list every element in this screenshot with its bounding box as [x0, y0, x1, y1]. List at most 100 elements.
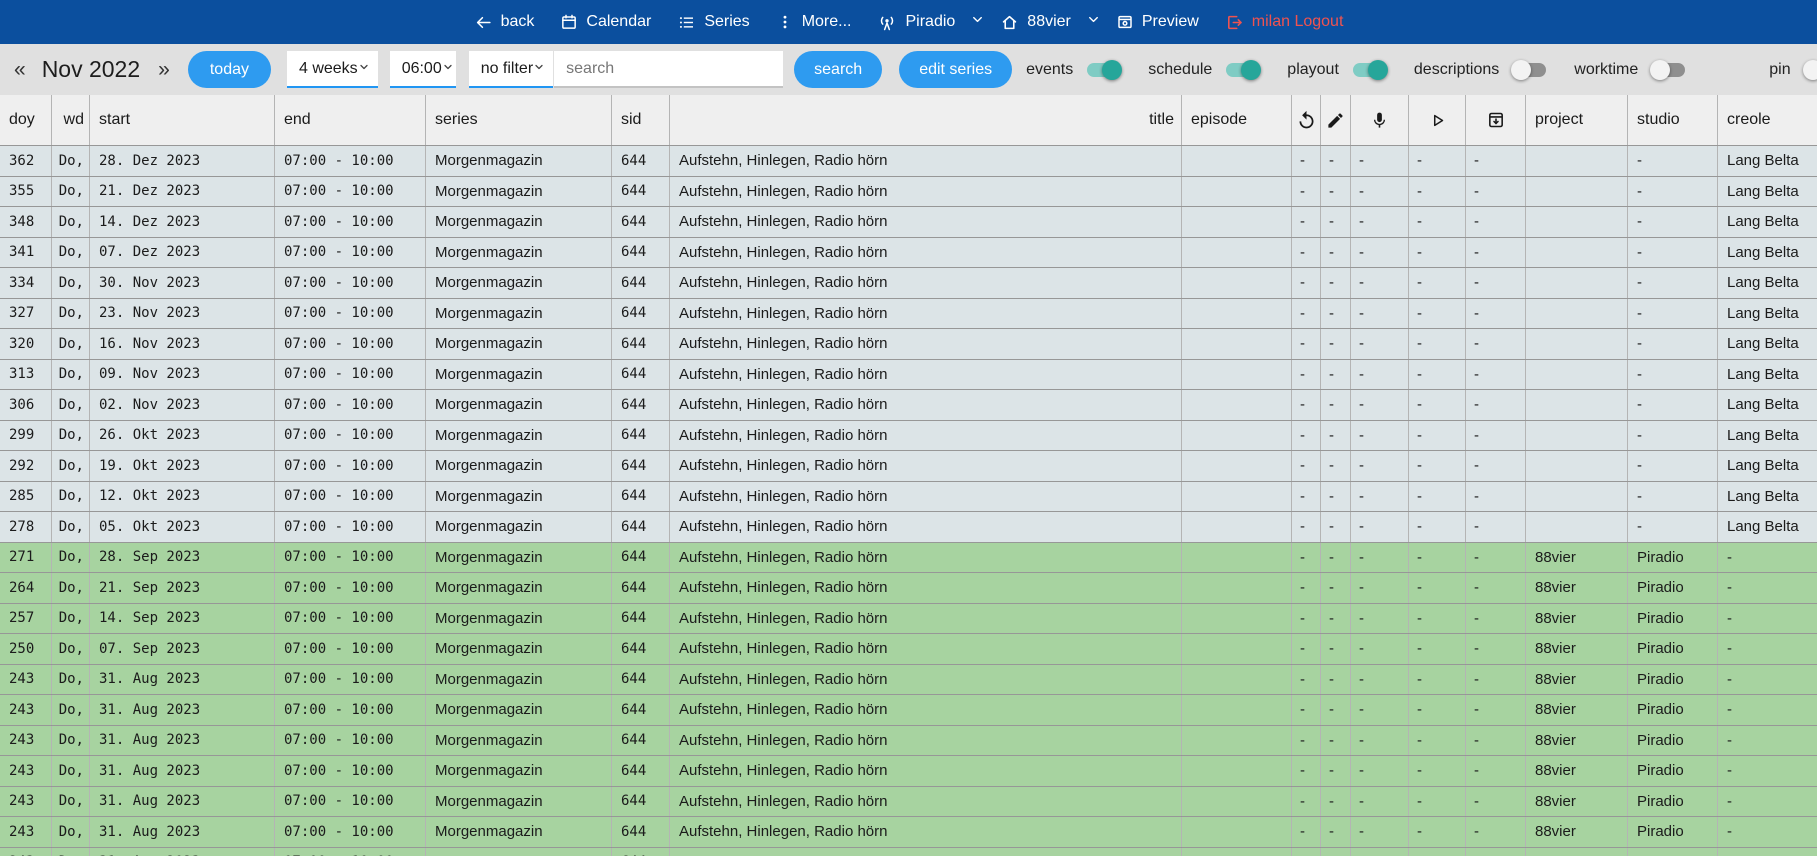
table-row[interactable]: 243Do,31. Aug 202307:00 - 10:00Morgenmag… [0, 694, 1817, 725]
range-select[interactable]: 4 weeks [287, 51, 378, 88]
table-row[interactable]: 243Do,31. Aug 202307:00 - 10:00Morgenmag… [0, 816, 1817, 847]
cell-project [1526, 451, 1628, 481]
nav-more[interactable]: More... [776, 13, 852, 31]
cell-mark1: - [1321, 238, 1351, 268]
cell-creole: - [1718, 817, 1817, 847]
prev-period-button[interactable]: « [10, 58, 30, 82]
cell-mark3: - [1409, 482, 1466, 512]
toggle-switch-schedule[interactable] [1224, 60, 1261, 80]
cell-creole: Lang Belta [1718, 238, 1817, 268]
cell-start: 16. Nov 2023 [90, 329, 275, 359]
toggle-pin[interactable]: pin [1769, 60, 1817, 80]
table-row[interactable]: 362Do,28. Dez 202307:00 - 10:00Morgenmag… [0, 145, 1817, 176]
cell-mark0: - [1292, 238, 1321, 268]
cell-studio: Piradio [1628, 817, 1718, 847]
cell-mark4: - [1466, 390, 1526, 420]
cell-project [1526, 207, 1628, 237]
cell-mark0: - [1292, 817, 1321, 847]
header-wd: wd [52, 95, 90, 145]
table-row[interactable]: 299Do,26. Okt 202307:00 - 10:00Morgenmag… [0, 420, 1817, 451]
toggle-descriptions[interactable]: descriptions [1414, 60, 1548, 80]
toggle-bar: events schedule playout descriptions worktim… [1026, 60, 1817, 80]
toggle-switch-worktime[interactable] [1650, 60, 1687, 80]
cell-episode [1182, 695, 1292, 725]
cell-doy: 243 [0, 787, 52, 817]
cell-project: 88vier [1526, 787, 1628, 817]
cell-end: 07:00 - 10:00 [275, 512, 426, 542]
antenna-icon [877, 12, 897, 32]
table-row[interactable]: 348Do,14. Dez 202307:00 - 10:00Morgenmag… [0, 206, 1817, 237]
nav-brand[interactable]: Piradio [877, 12, 955, 32]
table-row[interactable]: 320Do,16. Nov 202307:00 - 10:00Morgenmag… [0, 328, 1817, 359]
nav-station[interactable]: 88vier [1000, 13, 1071, 32]
table-row[interactable]: 243Do,31. Aug 202307:00 - 10:00Morgenmag… [0, 786, 1817, 817]
table-row[interactable]: 334Do,30. Nov 202307:00 - 10:00Morgenmag… [0, 267, 1817, 298]
cell-mark4: - [1466, 451, 1526, 481]
table-row[interactable]: 292Do,19. Okt 202307:00 - 10:00Morgenmag… [0, 450, 1817, 481]
nav-series[interactable]: Series [677, 13, 749, 32]
toggle-schedule[interactable]: schedule [1148, 60, 1261, 80]
filter-select[interactable]: no filter [469, 51, 553, 88]
table-row[interactable]: 327Do,23. Nov 202307:00 - 10:00Morgenmag… [0, 298, 1817, 329]
station-dropdown-toggle[interactable] [1086, 12, 1101, 32]
cell-project [1526, 329, 1628, 359]
table-row[interactable]: 341Do,07. Dez 202307:00 - 10:00Morgenmag… [0, 237, 1817, 268]
cell-mark1: - [1321, 543, 1351, 573]
table-row[interactable]: 250Do,07. Sep 202307:00 - 10:00Morgenmag… [0, 633, 1817, 664]
toggle-switch-descriptions[interactable] [1511, 60, 1548, 80]
brand-dropdown-toggle[interactable] [970, 12, 985, 32]
table-row[interactable]: 243Do,31. Aug 202307:00 - 10:00Morgenmag… [0, 847, 1817, 856]
current-month-label: Nov 2022 [42, 56, 140, 83]
cell-mark0: - [1292, 604, 1321, 634]
cell-episode [1182, 573, 1292, 603]
table-row[interactable]: 243Do,31. Aug 202307:00 - 10:00Morgenmag… [0, 725, 1817, 756]
cell-mark4: - [1466, 756, 1526, 786]
nav-preview[interactable]: Preview [1116, 13, 1199, 31]
cell-wd: Do, [52, 573, 90, 603]
nav-calendar[interactable]: Calendar [560, 13, 651, 31]
toggle-switch-playout[interactable] [1351, 60, 1388, 80]
table-row[interactable]: 355Do,21. Dez 202307:00 - 10:00Morgenmag… [0, 176, 1817, 207]
table-row[interactable]: 313Do,09. Nov 202307:00 - 10:00Morgenmag… [0, 359, 1817, 390]
time-select[interactable]: 06:00 [390, 51, 456, 88]
logout-button[interactable]: milan Logout [1225, 13, 1344, 32]
table-row[interactable]: 243Do,31. Aug 202307:00 - 10:00Morgenmag… [0, 664, 1817, 695]
cell-mark2: - [1351, 451, 1409, 481]
toggle-switch-pin[interactable] [1803, 60, 1817, 80]
cell-project: 88vier [1526, 573, 1628, 603]
table-row[interactable]: 243Do,31. Aug 202307:00 - 10:00Morgenmag… [0, 755, 1817, 786]
search-input[interactable] [554, 51, 783, 88]
cell-start: 31. Aug 2023 [90, 695, 275, 725]
cell-mark3: - [1409, 604, 1466, 634]
nav-preview-label: Preview [1142, 13, 1199, 31]
table-row[interactable]: 306Do,02. Nov 202307:00 - 10:00Morgenmag… [0, 389, 1817, 420]
table-row[interactable]: 264Do,21. Sep 202307:00 - 10:00Morgenmag… [0, 572, 1817, 603]
edit-series-button[interactable]: edit series [899, 51, 1012, 88]
cell-mark0: - [1292, 451, 1321, 481]
table-row[interactable]: 285Do,12. Okt 202307:00 - 10:00Morgenmag… [0, 481, 1817, 512]
toggle-switch-events[interactable] [1085, 60, 1122, 80]
today-button[interactable]: today [188, 51, 271, 88]
back-button[interactable]: back [474, 13, 535, 32]
toggle-playout[interactable]: playout [1287, 60, 1388, 80]
toggle-worktime[interactable]: worktime [1574, 60, 1687, 80]
cell-mark3: - [1409, 177, 1466, 207]
cell-mark3: - [1409, 573, 1466, 603]
cell-end: 07:00 - 10:00 [275, 451, 426, 481]
cell-sid: 644 [612, 177, 670, 207]
cell-studio: Piradio [1628, 604, 1718, 634]
nav-calendar-label: Calendar [586, 13, 651, 31]
cell-project: 88vier [1526, 695, 1628, 725]
table-row[interactable]: 271Do,28. Sep 202307:00 - 10:00Morgenmag… [0, 542, 1817, 573]
table-row[interactable]: 278Do,05. Okt 202307:00 - 10:00Morgenmag… [0, 511, 1817, 542]
cell-episode [1182, 421, 1292, 451]
cell-mark0: - [1292, 573, 1321, 603]
toggle-events[interactable]: events [1026, 60, 1122, 80]
cell-sid: 644 [612, 512, 670, 542]
cell-episode [1182, 390, 1292, 420]
next-period-button[interactable]: » [154, 58, 174, 82]
cell-doy: 299 [0, 421, 52, 451]
search-button[interactable]: search [794, 51, 882, 88]
arrow-left-icon [474, 13, 493, 32]
table-row[interactable]: 257Do,14. Sep 202307:00 - 10:00Morgenmag… [0, 603, 1817, 634]
